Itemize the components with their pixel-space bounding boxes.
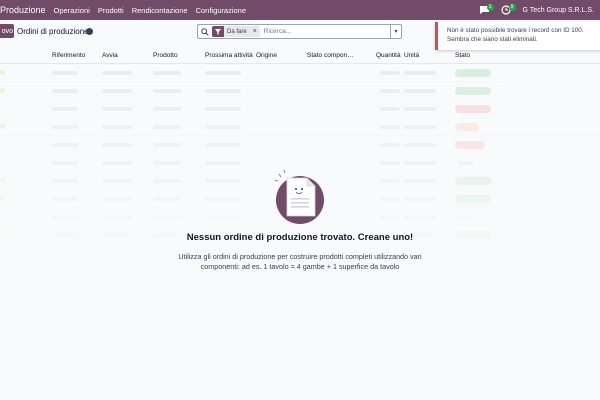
- activity-clock-icon[interactable]: 9: [500, 4, 516, 15]
- app-name[interactable]: Produzione: [0, 5, 46, 15]
- column-prossima-attivita[interactable]: Prossima attività: [205, 52, 253, 59]
- new-button[interactable]: ovo: [0, 24, 14, 38]
- chat-count-badge: 1: [486, 4, 494, 11]
- error-notification[interactable]: Non è stato possibile trovare i record c…: [435, 22, 600, 50]
- remove-facet-icon[interactable]: ×: [250, 28, 260, 35]
- menu-rendicontazione[interactable]: Rendicontazione: [132, 6, 188, 15]
- menu-prodotti[interactable]: Prodotti: [98, 6, 124, 15]
- page-title: Ordini di produzione: [17, 27, 89, 36]
- search-icon[interactable]: [198, 25, 212, 38]
- menu-configurazione[interactable]: Configurazione: [196, 6, 246, 15]
- notification-message: Non è stato possibile trovare i record c…: [447, 27, 584, 43]
- empty-folder-icon: [270, 168, 330, 226]
- menu-operazioni[interactable]: Operazioni: [54, 6, 90, 15]
- search-bar: Da fare × ▾: [197, 24, 402, 39]
- top-navbar: Produzione Operazioni Prodotti Rendicont…: [0, 0, 600, 20]
- column-quantita[interactable]: Quantità: [376, 52, 401, 59]
- search-input[interactable]: [263, 28, 390, 35]
- column-stato-componenti[interactable]: Stato compon…: [307, 52, 354, 59]
- facet-label: Da fare: [227, 28, 247, 35]
- column-avvia[interactable]: Avvia: [102, 52, 118, 59]
- activity-count-badge: 9: [508, 4, 516, 11]
- empty-state-text: Utilizza gli ordini di produzione per co…: [178, 252, 422, 271]
- column-stato[interactable]: Stato: [455, 52, 470, 59]
- navbar-systray: 1 9 G Tech Group S.R.L.S.: [479, 0, 594, 20]
- gear-icon[interactable]: [86, 28, 93, 35]
- column-prodotto[interactable]: Prodotto: [153, 52, 178, 59]
- table-header: Riferimento Avvia Prodotto Prossima atti…: [0, 48, 600, 64]
- empty-state-title: Nessun ordine di produzione trovato. Cre…: [186, 232, 414, 243]
- filter-icon: [212, 26, 224, 37]
- column-riferimento[interactable]: Riferimento: [52, 52, 85, 59]
- filter-facet: Da fare ×: [212, 26, 260, 37]
- new-button-label: ovo: [1, 27, 13, 35]
- search-dropdown-toggle[interactable]: ▾: [390, 25, 401, 38]
- column-unita[interactable]: Unità: [404, 52, 419, 59]
- chat-icon[interactable]: 1: [479, 4, 494, 15]
- column-origine[interactable]: Origine: [256, 52, 277, 59]
- company-switcher[interactable]: G Tech Group S.R.L.S.: [523, 7, 594, 14]
